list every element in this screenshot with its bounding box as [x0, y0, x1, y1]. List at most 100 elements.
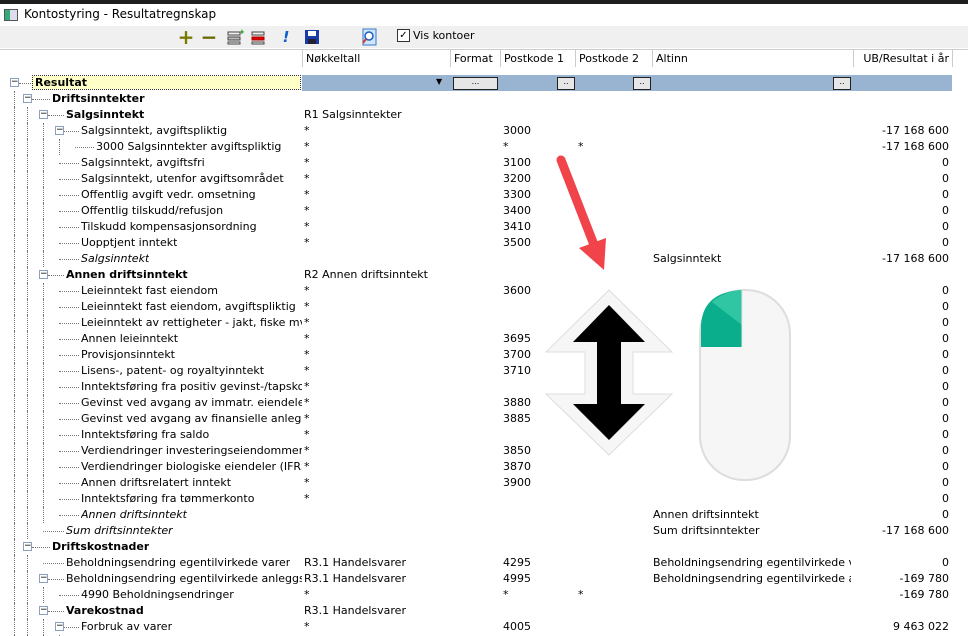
add-row-icon[interactable]: + [226, 28, 245, 46]
collapse-icon[interactable]: − [55, 126, 64, 135]
column-header-altinn[interactable]: Altinn [652, 50, 853, 67]
column-header-format[interactable]: Format [450, 50, 500, 67]
ub-resultat-cell: 0 [942, 284, 949, 297]
title-bar: Kontostyring - Resultatregnskap [0, 4, 968, 26]
table-row[interactable]: Offentlig tilskudd/refusjon * 3400 0 [0, 203, 968, 219]
collapse-icon[interactable]: − [39, 270, 48, 279]
table-row[interactable]: Leieinntekt fast eiendom * 3600 0 [0, 283, 968, 299]
tree-guide-line [27, 283, 28, 299]
collapse-icon[interactable]: − [39, 606, 48, 615]
tree-connector [48, 579, 64, 580]
table-row[interactable]: Lisens-, patent- og royaltyinntekt * 3710 0 [0, 363, 968, 379]
table-row[interactable]: ▼......... − Resultat [0, 75, 968, 91]
table-row[interactable]: Gevinst ved avgang av immatr. eiendeler … [0, 395, 968, 411]
save-icon[interactable] [303, 28, 321, 46]
table-row[interactable]: Leieinntekt fast eiendom, avgiftspliktig… [0, 299, 968, 315]
table-row[interactable]: 4990 Beholdningsendringer * * * -169 780 [0, 587, 968, 603]
plus-icon[interactable]: + [177, 27, 195, 47]
table-row[interactable]: Inntektsføring fra saldo * 0 [0, 427, 968, 443]
collapse-icon[interactable]: − [39, 110, 48, 119]
column-header-postkode2[interactable]: Postkode 2 [575, 50, 652, 67]
table-row[interactable]: Annen driftsrelatert inntekt * 3900 0 [0, 475, 968, 491]
table-row[interactable]: Beholdningsendring egentilvirkede varer R… [0, 555, 968, 571]
table-row[interactable]: Annen driftsinntekt Annen driftsinntekt 0 [0, 507, 968, 523]
table-row[interactable]: Offentlig avgift vedr. omsetning * 3300 0 [0, 187, 968, 203]
table-row[interactable]: − Salgsinntekt R1 Salgsinntekter [0, 107, 968, 123]
altinn-cell: Annen driftsinntekt [653, 508, 759, 521]
postkode1-cell: 3600 [503, 284, 531, 297]
tree-guide-line [14, 267, 15, 283]
table-row[interactable]: − Beholdningsendring egentilvirkede anleg… [0, 571, 968, 587]
tree-guide-line [43, 459, 44, 475]
column-header-ub-resultat[interactable]: UB/Resultat i år [853, 50, 952, 67]
row-label: Tilskudd kompensasjonsordning [81, 220, 257, 233]
table-row[interactable]: Verdiendringer investeringseiendommer(IF… [0, 443, 968, 459]
vis-kontoer-checkbox[interactable]: ✓ Vis kontoer [397, 29, 475, 42]
table-row[interactable]: Inntektsføring fra tømmerkonto * 0 [0, 491, 968, 507]
checkbox-checked-icon[interactable]: ✓ [397, 29, 410, 42]
remove-row-icon[interactable] [250, 28, 268, 46]
tree-guide-line [27, 155, 28, 171]
account-tree-grid[interactable]: ▼......... − Resultat − Driftsinntekter − Salg… [0, 66, 968, 636]
table-row[interactable]: 3000 Salgsinntekter avgiftspliktig * * * -17… [0, 139, 968, 155]
row-label: Driftsinntekter [52, 92, 145, 105]
nokkeltall-cell: * [304, 412, 310, 425]
browse-button[interactable]: .. [833, 77, 851, 90]
info-icon[interactable]: ! [277, 28, 295, 46]
table-row[interactable]: Salgsinntekt, utenfor avgiftsområdet * 320… [0, 171, 968, 187]
nokkeltall-cell: * [304, 332, 310, 345]
table-row[interactable]: Sum driftsinntekter Sum driftsinntekter -1… [0, 523, 968, 539]
collapse-icon[interactable]: − [55, 622, 64, 631]
preview-icon[interactable] [360, 28, 378, 46]
table-row[interactable]: − Varekostnad R3.1 Handelsvarer [0, 603, 968, 619]
table-row[interactable]: Gevinst ved avgang av finansielle anlegg… [0, 411, 968, 427]
table-row[interactable]: Provisjonsinntekt * 3700 0 [0, 347, 968, 363]
collapse-icon[interactable]: − [23, 542, 32, 551]
format-button[interactable]: ... [453, 77, 498, 90]
column-header-nokkeltall[interactable]: Nøkkeltall [302, 50, 450, 67]
row-label: Verdiendringer biologiske eiendeler (IFR… [81, 460, 302, 473]
nokkeltall-cell: * [304, 460, 310, 473]
tree-connector [75, 147, 94, 148]
table-row[interactable]: − Salgsinntekt, avgiftspliktig * 3000 -17 16… [0, 123, 968, 139]
table-row[interactable]: − Annen driftsinntekt R2 Annen driftsinnte… [0, 267, 968, 283]
tree-guide-line [27, 251, 28, 267]
tree-guide-line [14, 443, 15, 459]
table-row[interactable]: Inntektsføring fra positiv gevinst-/taps… [0, 379, 968, 395]
column-header-postkode1[interactable]: Postkode 1 [500, 50, 575, 67]
browse-button[interactable]: .. [633, 77, 651, 90]
altinn-cell: Sum driftsinntekter [653, 524, 760, 537]
table-row[interactable]: Uopptjent inntekt * 3500 0 [0, 235, 968, 251]
tree-guide-line [27, 187, 28, 203]
collapse-icon[interactable]: − [10, 78, 19, 87]
selected-row-band [302, 75, 952, 91]
collapse-icon[interactable]: − [39, 574, 48, 583]
postkode1-cell: 3000 [503, 124, 531, 137]
table-row[interactable]: Annen leieinntekt * 3695 0 [0, 331, 968, 347]
table-row[interactable]: Salgsinntekt Salgsinntekt -17 168 600 [0, 251, 968, 267]
table-row[interactable]: − Driftskostnader [0, 539, 968, 555]
tree-connector [43, 531, 64, 532]
tree-connector [48, 611, 64, 612]
nokkeltall-dropdown-arrow-icon[interactable]: ▼ [436, 77, 442, 86]
postkode1-cell: 3710 [503, 364, 531, 377]
tree-guide-line [43, 619, 44, 635]
tree-guide-line [43, 315, 44, 331]
table-row[interactable]: Tilskudd kompensasjonsordning * 3410 0 [0, 219, 968, 235]
ub-resultat-cell: 0 [942, 204, 949, 217]
nokkeltall-cell: * [304, 156, 310, 169]
table-row[interactable]: Verdiendringer biologiske eiendeler (IFR… [0, 459, 968, 475]
postkode1-cell: 4995 [503, 572, 531, 585]
table-row[interactable]: − Driftsinntekter [0, 91, 968, 107]
tree-guide-line [27, 571, 28, 587]
table-row[interactable]: − Forbruk av varer * 4005 9 463 022 [0, 619, 968, 635]
table-row[interactable]: Leieinntekt av rettigheter - jakt, fiske… [0, 315, 968, 331]
minus-icon[interactable]: − [200, 27, 218, 47]
column-header-tree[interactable] [0, 50, 302, 67]
collapse-icon[interactable]: − [23, 94, 32, 103]
row-label: Sum driftsinntekter [66, 524, 173, 537]
browse-button[interactable]: .. [557, 77, 575, 90]
table-row[interactable]: Salgsinntekt, avgiftsfri * 3100 0 [0, 155, 968, 171]
tree-guide-line [43, 475, 44, 491]
tree-guide-line [43, 331, 44, 347]
